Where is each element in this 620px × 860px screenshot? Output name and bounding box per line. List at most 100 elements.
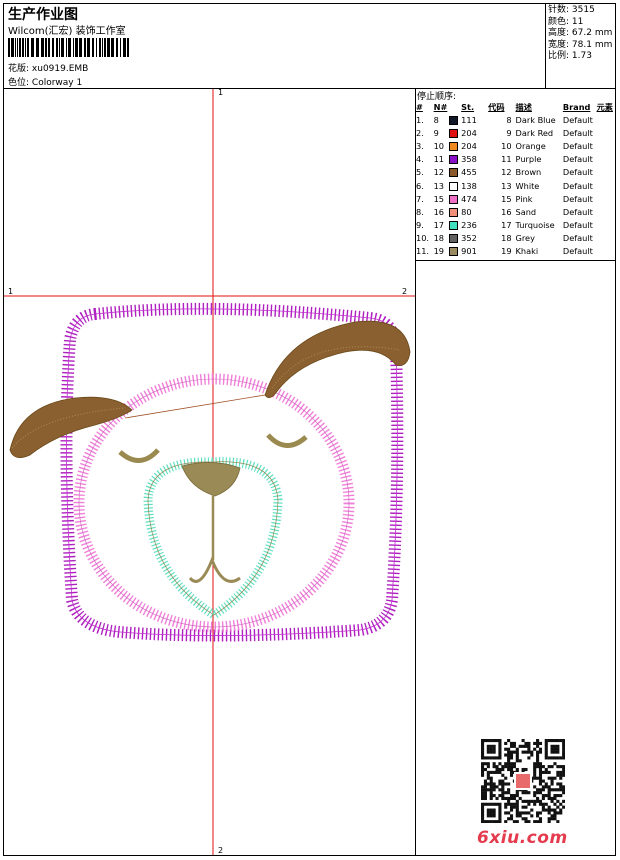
row-brand: Default [562,206,593,217]
table-row: 7. 15 474 15 Pink Default [416,192,620,205]
row-st: 236 [461,220,477,231]
row-st: 455 [461,167,477,178]
color-swatch [449,194,459,204]
row-code: 17 [501,220,512,231]
row-swatch [449,126,461,139]
color-swatch [449,234,459,244]
row-swatch [449,205,461,218]
row-idx: 11. [416,246,430,257]
sheet-title: 生产作业图 [8,7,78,23]
row-desc: Turquoise [515,220,555,231]
row-brand: Default [562,127,593,138]
row-idx: 10. [416,233,430,244]
stat-height: 高度: 67.2 mm [548,28,613,38]
row-desc: Khaki [515,246,539,257]
axis-label-left: 1 [8,287,14,296]
row-idx: 4. [416,154,424,165]
row-idx: 1. [416,114,424,125]
axis-label-bottom: 2 [218,846,224,855]
row-code: 15 [501,193,512,204]
color-swatch [449,141,459,151]
row-swatch [449,245,461,258]
row-st: 111 [461,114,477,125]
row-st: 204 [461,140,477,151]
row-desc: Sand [515,206,537,217]
row-brand: Default [562,246,593,257]
row-n: 10 [433,140,445,151]
row-idx: 2. [416,127,424,138]
row-code: 8 [506,114,512,125]
stat-width: 宽度: 78.1 mm [548,39,613,50]
row-st: 901 [461,246,477,257]
row-code: 10 [501,140,512,151]
row-desc: Pink [515,193,533,204]
row-code: 19 [501,246,512,257]
row-desc: White [515,180,540,191]
row-element [597,245,620,258]
colorway-label: 色位: [8,78,30,88]
row-n: 19 [433,246,445,257]
nose [181,462,241,497]
color-swatch [449,168,459,178]
col-desc: 描述 [515,101,532,112]
row-st: 204 [461,127,477,138]
stat-scale: 比例: 1.73 [548,51,592,61]
colorway-value: Colorway 1 [31,78,83,88]
colorway-row: 色位: Colorway 1 [8,75,82,88]
row-desc: Purple [515,154,542,165]
site-watermark: 6xiu.com [477,828,568,848]
row-brand: Default [562,140,593,151]
row-swatch [449,192,461,205]
barcode [8,38,129,57]
row-element [597,219,620,232]
row-desc: Orange [515,140,546,151]
row-element [597,179,620,192]
stat-colors: 颜色: 11 [548,16,584,27]
row-desc: Dark Red [515,127,554,138]
table-row: 6. 13 138 13 White Default [416,179,620,192]
row-st: 138 [461,180,477,191]
row-brand: Default [562,233,593,244]
table-bottom-line [416,260,615,261]
table-row: 9. 17 236 17 Turquoise Default [416,219,620,232]
color-swatch [449,155,459,165]
row-st: 352 [461,233,477,244]
col-n: N# [433,101,448,112]
design-value: xu0919.EMB [31,64,89,74]
row-element [597,126,620,139]
row-st: 358 [461,154,477,165]
row-idx: 5. [416,167,424,178]
row-brand: Default [562,193,593,204]
row-swatch [449,139,461,152]
row-element [597,113,620,126]
table-row: 2. 9 204 9 Dark Red Default [416,126,620,139]
row-brand: Default [562,220,593,231]
qr-code [481,739,565,823]
row-n: 11 [433,154,445,165]
row-element [597,139,620,152]
col-brand: Brand [562,101,591,112]
qr-logo-stamp [516,774,530,788]
row-code: 13 [501,180,512,191]
row-code: 16 [501,206,512,217]
row-desc: Grey [515,233,535,244]
row-idx: 8. [416,206,424,217]
table-row: 3. 10 204 10 Orange Default [416,139,620,152]
row-swatch [449,113,461,126]
row-element [597,205,620,218]
row-code: 12 [501,167,512,178]
col-idx: # [416,101,423,112]
color-swatch [449,128,459,138]
table-row: 5. 12 455 12 Brown Default [416,166,620,179]
row-code: 11 [501,154,512,165]
row-idx: 6. [416,180,424,191]
right-ear [264,320,411,398]
right-eye [266,433,308,448]
design-canvas [4,89,415,855]
row-n: 18 [433,233,445,244]
color-swatch [449,247,459,257]
stats-panel: 针数: 3515 颜色: 11 高度: 67.2 mm 宽度: 78.1 mm … [548,5,612,63]
table-row: 11. 19 901 19 Khaki Default [416,245,620,258]
stats-divider [545,3,546,88]
row-swatch [449,166,461,179]
